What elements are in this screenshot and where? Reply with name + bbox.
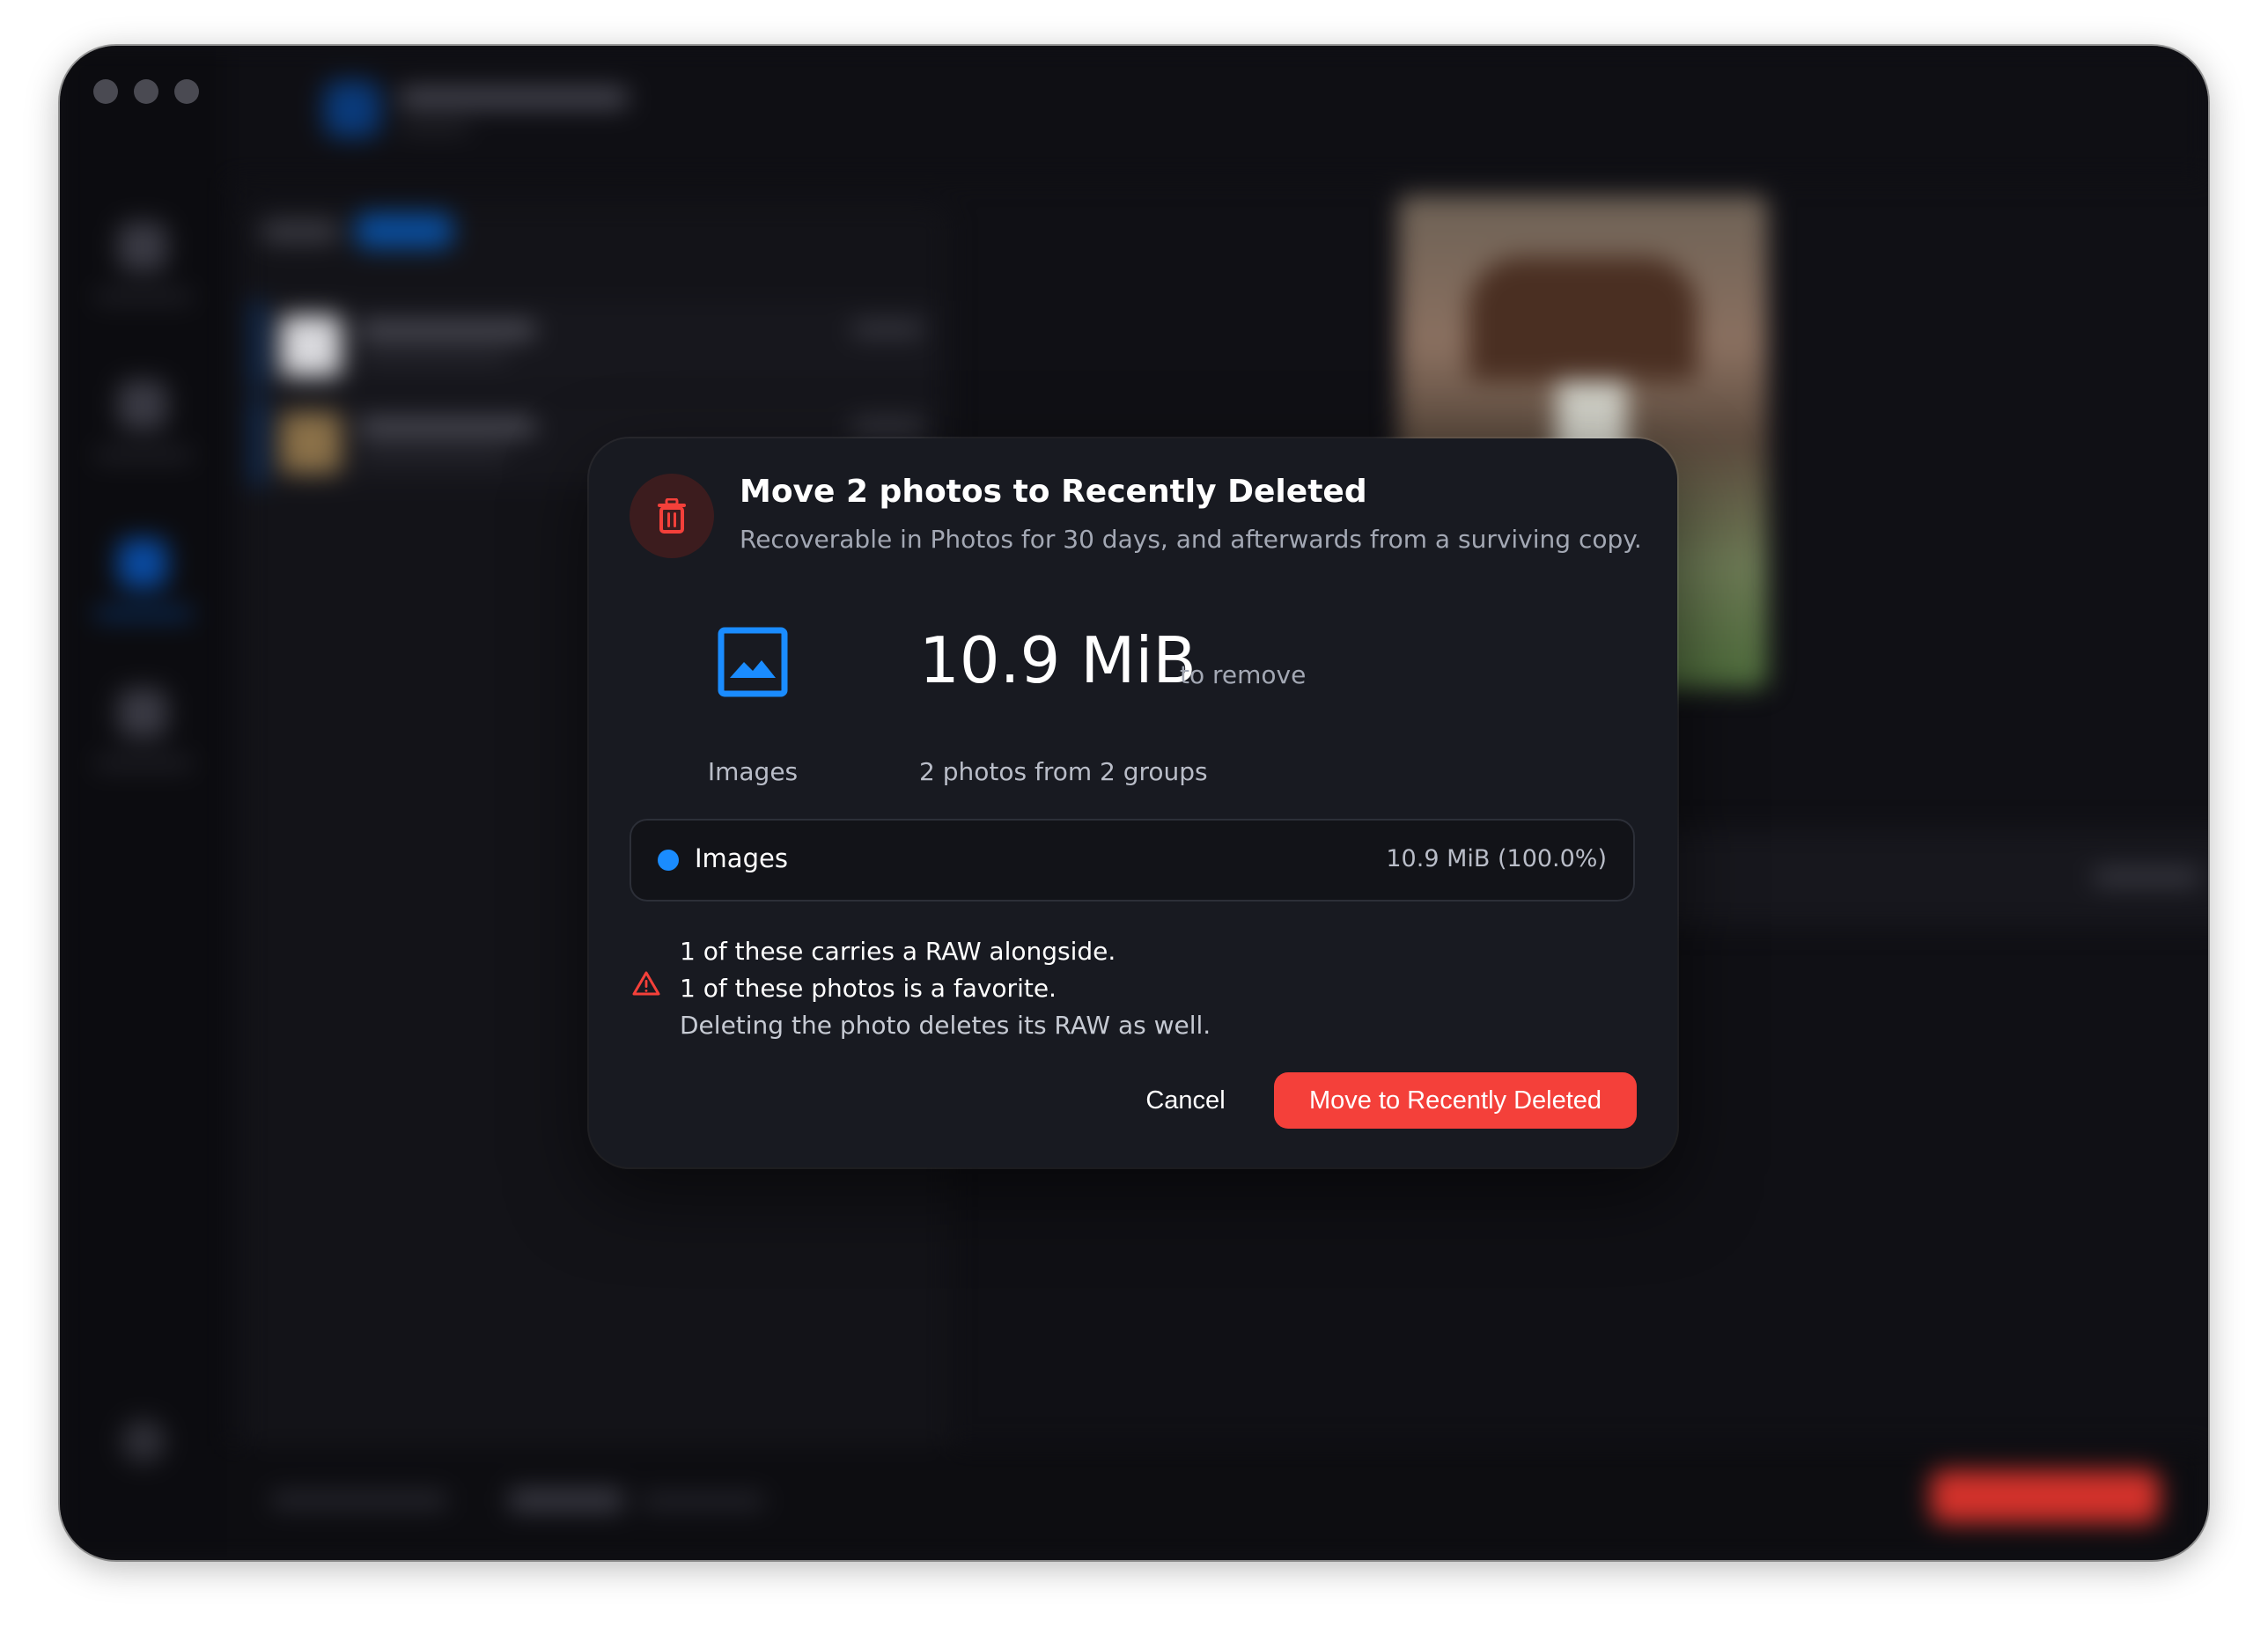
breakdown-label: Images xyxy=(695,843,788,873)
warning-triangle-icon xyxy=(632,971,660,996)
breakdown-row: Images 10.9 MiB (100.0%) xyxy=(630,819,1635,902)
sidebar-icon xyxy=(118,380,167,430)
size-description: 2 photos from 2 groups xyxy=(919,757,1208,786)
delete-confirmation-dialog: Move 2 photos to Recently Deleted Recove… xyxy=(589,438,1677,1167)
warning-favorite: 1 of these photos is a favorite. xyxy=(680,974,1057,1003)
sidebar-label xyxy=(95,609,192,618)
dialog-title: Move 2 photos to Recently Deleted xyxy=(740,474,1367,510)
sidebar-label xyxy=(95,759,192,768)
breakdown-value: 10.9 MiB (100.0%) xyxy=(1386,845,1607,872)
zoom-window-button[interactable] xyxy=(174,79,199,104)
image-icon xyxy=(718,627,788,697)
dialog-subtitle: Recoverable in Photos for 30 days, and a… xyxy=(740,525,1642,554)
cancel-button[interactable]: Cancel xyxy=(1122,1072,1249,1129)
category-label: Images xyxy=(707,757,799,786)
warning-messages: 1 of these carries a RAW alongside. 1 of… xyxy=(680,933,1211,1044)
size-suffix: to remove xyxy=(1180,660,1307,689)
window-controls[interactable] xyxy=(93,79,199,104)
filter-chip xyxy=(261,220,340,243)
sidebar-label xyxy=(95,292,192,301)
sidebar-icon xyxy=(118,688,167,738)
delete-button xyxy=(1931,1470,2160,1523)
size-value: 10.9 MiB xyxy=(919,623,1197,697)
category-dot xyxy=(658,850,679,871)
header xyxy=(227,46,2208,178)
filter-chip-active xyxy=(356,213,453,248)
gear-icon xyxy=(122,1419,166,1463)
app-title xyxy=(399,88,628,107)
warning-raw-note: Deleting the photo deletes its RAW as we… xyxy=(680,1011,1211,1040)
sidebar-label xyxy=(95,451,192,460)
app-subtitle xyxy=(399,123,469,132)
list-item xyxy=(254,301,940,389)
minimize-window-button[interactable] xyxy=(134,79,158,104)
trash-icon-badge xyxy=(630,474,714,558)
app-icon xyxy=(324,81,380,137)
trash-icon xyxy=(658,498,686,534)
sidebar-icon xyxy=(118,539,167,588)
sidebar xyxy=(60,46,227,1560)
sidebar-icon xyxy=(118,222,167,271)
warning-raw: 1 of these carries a RAW alongside. xyxy=(680,937,1116,966)
move-to-recently-deleted-button[interactable]: Move to Recently Deleted xyxy=(1274,1072,1637,1129)
close-window-button[interactable] xyxy=(93,79,118,104)
